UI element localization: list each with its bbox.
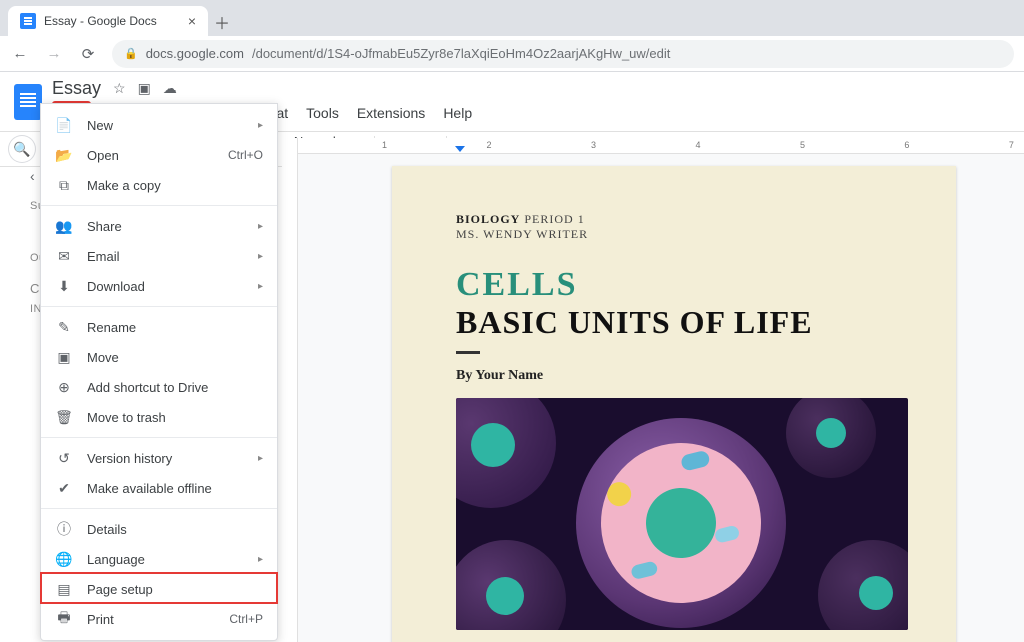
menu-extensions[interactable]: Extensions [349, 101, 433, 125]
tab-title: Essay - Google Docs [44, 14, 157, 28]
search-menus-button[interactable]: 🔍 [8, 135, 36, 163]
vertical-ruler[interactable] [282, 138, 298, 642]
details-icon: ⓘ [55, 519, 73, 539]
submenu-arrow-icon: ▸ [258, 453, 263, 464]
outline-cells-label: C [30, 281, 40, 296]
file-menu-item-move[interactable]: ▣Move [41, 342, 277, 372]
file-menu-item-share[interactable]: 👥Share▸ [41, 211, 277, 241]
file-menu-item-move-to-trash[interactable]: 🗑Move to trash [41, 402, 277, 432]
make-a-copy-icon: ⧉ [55, 177, 73, 194]
file-menu-item-open[interactable]: 📂OpenCtrl+O [41, 140, 277, 170]
submenu-arrow-icon: ▸ [258, 281, 263, 292]
download-icon: ⬇ [55, 278, 73, 295]
star-icon[interactable]: ☆ [113, 80, 126, 97]
file-menu-item-details[interactable]: ⓘDetails [41, 514, 277, 544]
file-menu-item-email[interactable]: ✉Email▸ [41, 241, 277, 271]
new-tab-button[interactable]: ＋ [208, 8, 236, 36]
new-icon: 📄 [55, 117, 73, 134]
doc-title-2: BASIC UNITS OF LIFE [456, 304, 892, 341]
document-title[interactable]: Essay [52, 78, 101, 99]
docs-logo-icon[interactable] [14, 84, 42, 120]
forward-button[interactable]: → [44, 45, 64, 62]
title-underline [456, 351, 480, 354]
file-menu-item-rename[interactable]: ✎Rename [41, 312, 277, 342]
file-menu-dropdown: 📄New▸📂OpenCtrl+O⧉Make a copy 👥Share▸✉Emai… [40, 103, 278, 641]
make-available-offline-icon: ✔ [55, 480, 73, 497]
version-history-icon: ↺ [55, 450, 73, 467]
move-icon[interactable]: ▣ [138, 80, 151, 97]
docs-favicon-icon [20, 13, 36, 29]
submenu-arrow-icon: ▸ [258, 221, 263, 232]
share-icon: 👥 [55, 218, 73, 235]
file-menu-item-add-shortcut-to-drive[interactable]: ⊕Add shortcut to Drive [41, 372, 277, 402]
document-page[interactable]: BIOLOGY PERIOD 1 MS. WENDY WRITER CELLS … [392, 166, 956, 642]
file-menu-item-download[interactable]: ⬇Download▸ [41, 271, 277, 301]
url-path: /document/d/1S4-oJfmabEu5Zyr8e7laXqiEoHm… [252, 46, 670, 61]
menu-tools[interactable]: Tools [298, 101, 347, 125]
ruler-indent-marker-icon[interactable] [455, 146, 465, 152]
doc-title-1: CELLS [456, 266, 892, 304]
doc-meta-line-1: BIOLOGY PERIOD 1 [456, 212, 892, 227]
file-menu-item-make-a-copy[interactable]: ⧉Make a copy [41, 170, 277, 200]
rename-icon: ✎ [55, 319, 73, 336]
collapse-outline-icon[interactable]: ‹ [30, 168, 35, 184]
browser-tab[interactable]: Essay - Google Docs × [8, 6, 208, 36]
doc-hero-image[interactable] [456, 398, 908, 630]
file-menu-item-version-history[interactable]: ↺Version history▸ [41, 443, 277, 473]
email-icon: ✉ [55, 248, 73, 265]
file-menu-item-make-available-offline[interactable]: ✔Make available offline [41, 473, 277, 503]
file-menu-item-new[interactable]: 📄New▸ [41, 110, 277, 140]
move-to-trash-icon: 🗑 [55, 409, 73, 426]
file-menu-item-print[interactable]: 🖶PrintCtrl+P [41, 604, 277, 634]
submenu-arrow-icon: ▸ [258, 251, 263, 262]
language-icon: 🌐 [55, 551, 73, 568]
url-host: docs.google.com [146, 46, 244, 61]
doc-meta-line-2: MS. WENDY WRITER [456, 227, 892, 242]
submenu-arrow-icon: ▸ [258, 120, 263, 131]
page-setup-icon: ▤ [55, 581, 73, 598]
close-tab-icon[interactable]: × [188, 13, 196, 29]
move-icon: ▣ [55, 349, 73, 366]
file-menu-item-language[interactable]: 🌐Language▸ [41, 544, 277, 574]
cloud-status-icon: ☁ [163, 80, 177, 97]
file-menu-item-page-setup[interactable]: ▤Page setup [41, 574, 277, 604]
back-button[interactable]: ← [10, 45, 30, 62]
reload-button[interactable]: ⟳ [78, 45, 98, 63]
submenu-arrow-icon: ▸ [258, 554, 263, 565]
doc-byline: By Your Name [456, 368, 892, 384]
add-shortcut-to-drive-icon: ⊕ [55, 379, 73, 396]
address-bar[interactable]: 🔒 docs.google.com/document/d/1S4-oJfmabE… [112, 40, 1014, 68]
print-icon: 🖶 [55, 607, 73, 631]
lock-icon: 🔒 [124, 47, 138, 60]
menu-help[interactable]: Help [435, 101, 480, 125]
horizontal-ruler[interactable]: 1 2 3 4 5 6 7 [282, 138, 1024, 154]
open-icon: 📂 [55, 147, 73, 164]
